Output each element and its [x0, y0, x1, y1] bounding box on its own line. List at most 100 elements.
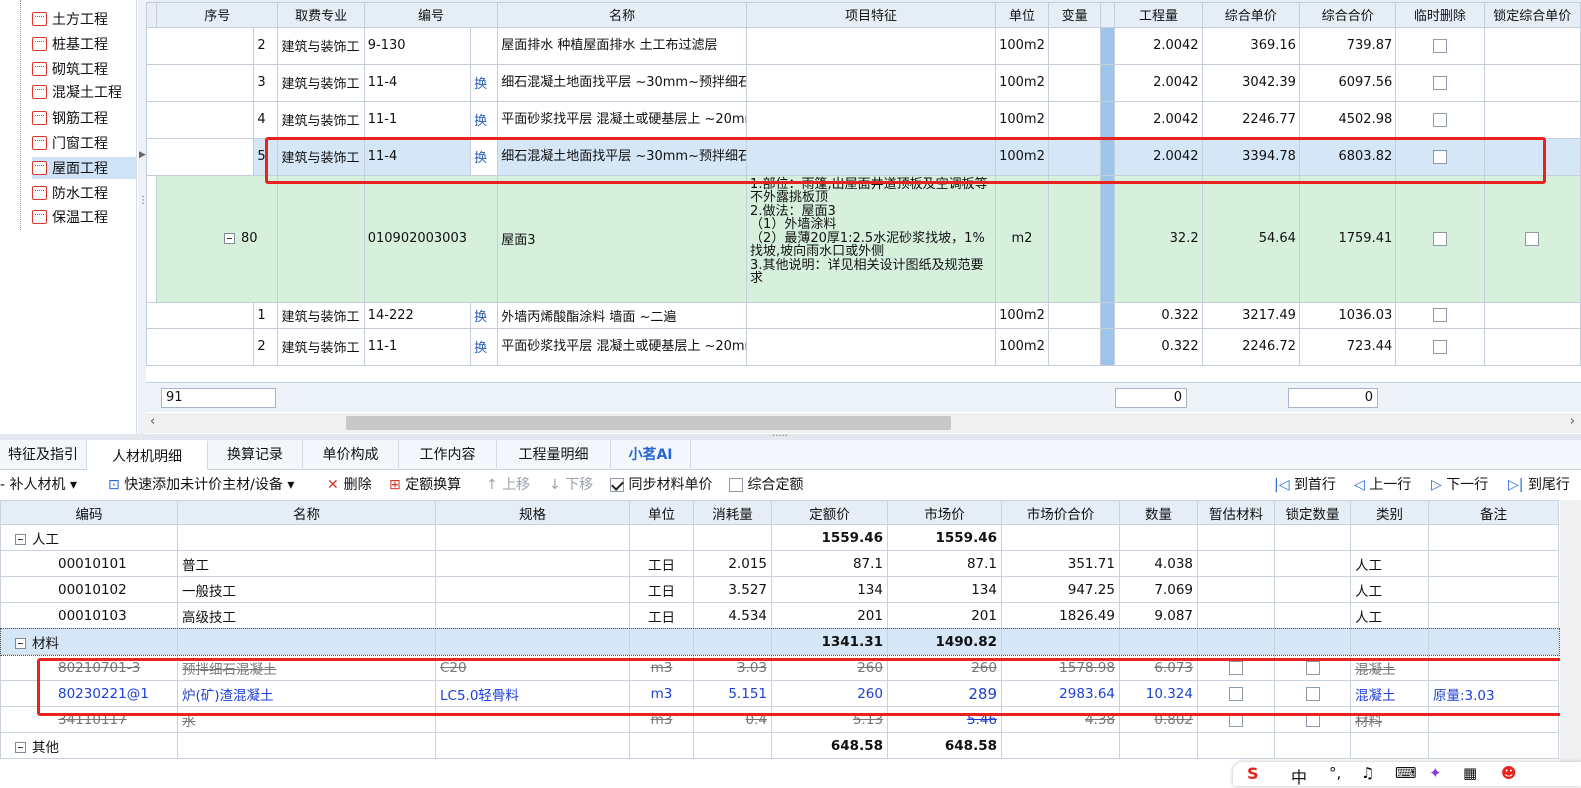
- feature-cell[interactable]: [746, 26, 996, 65]
- tree-item-waterproofing[interactable]: 防水工程: [32, 182, 108, 204]
- group-row-selected[interactable]: 材料 1341.31 1490.82: [0, 627, 1560, 656]
- use-cell[interactable]: 3.527: [693, 576, 772, 603]
- next-row-button[interactable]: ▷ 下一行: [1431, 471, 1488, 499]
- table-row-deleted[interactable]: 80210701-3 预拌细石混凝土 C20 m3 3.03 260 260 1…: [0, 654, 1559, 681]
- lock-qty-checkbox[interactable]: [1305, 712, 1320, 727]
- group-cell[interactable]: 其他: [0, 732, 178, 759]
- scroll-thumb[interactable]: [346, 416, 951, 430]
- tab-labor-material[interactable]: 人材机明细: [87, 440, 208, 470]
- name-cell[interactable]: 一般技工: [177, 576, 436, 603]
- feature-cell[interactable]: [746, 137, 996, 176]
- ime-language-toggle[interactable]: 中: [1291, 764, 1307, 788]
- code-cell[interactable]: 14-222: [363, 301, 472, 329]
- market-cell[interactable]: 134: [887, 576, 1002, 603]
- market-cell[interactable]: 5.46: [887, 706, 1002, 733]
- code-cell[interactable]: 00010102: [0, 576, 178, 603]
- keyboard-icon[interactable]: ⌨: [1395, 764, 1417, 782]
- feature-cell[interactable]: [746, 100, 996, 139]
- table-row-replaced[interactable]: 80230221@1 炉(矿)渣混凝土 LC5.0轻骨料 m3 5.151 26…: [0, 680, 1559, 707]
- spec-cell[interactable]: LC5.0轻骨料: [435, 680, 630, 707]
- use-cell[interactable]: 2.015: [693, 550, 772, 577]
- code-cell[interactable]: 00010103: [0, 602, 178, 629]
- qty-cell[interactable]: 2.0042: [1114, 63, 1203, 102]
- tree-item-rebar[interactable]: 钢筋工程: [32, 107, 108, 129]
- note-cell[interactable]: [1428, 550, 1559, 577]
- lock-price-checkbox[interactable]: [1525, 231, 1540, 246]
- panel-splitter[interactable]: ▶ ⋮: [138, 0, 148, 434]
- lock-qty-checkbox[interactable]: [1305, 686, 1320, 701]
- temp-delete-checkbox[interactable]: [1432, 339, 1447, 354]
- lock-price-cell[interactable]: [1483, 174, 1581, 303]
- move-down-button[interactable]: ↓ 下移: [549, 471, 593, 499]
- name-cell[interactable]: 高级技工: [177, 602, 436, 629]
- convert-marker[interactable]: 换: [470, 63, 499, 102]
- lock-qty-cell[interactable]: [1274, 654, 1351, 681]
- name-cell[interactable]: 普工: [177, 550, 436, 577]
- feature-cell[interactable]: [746, 63, 996, 102]
- temp-delete-cell[interactable]: [1395, 174, 1485, 303]
- collapse-icon[interactable]: [15, 534, 26, 545]
- temp-delete-checkbox[interactable]: [1432, 308, 1447, 322]
- temp-delete-cell[interactable]: [1395, 327, 1485, 366]
- use-cell[interactable]: 0.4: [693, 706, 772, 733]
- collapse-icon[interactable]: [15, 638, 26, 649]
- tree-item-concrete[interactable]: 混凝土工程: [32, 81, 122, 103]
- table-row[interactable]: 2 建筑与装饰工 9-130 屋面排水 种植屋面排水 土工布过滤层 100m2 …: [145, 26, 1581, 65]
- note-cell[interactable]: [1428, 576, 1559, 603]
- estimate-cell[interactable]: [1197, 654, 1275, 681]
- lock-qty-cell[interactable]: [1274, 706, 1351, 733]
- convert-marker[interactable]: [470, 26, 499, 65]
- tab-unit-price[interactable]: 单价构成: [303, 440, 399, 470]
- checkbox-checked-icon[interactable]: [610, 478, 624, 492]
- use-cell[interactable]: 3.03: [693, 654, 772, 681]
- table-row[interactable]: 4 建筑与装饰工 11-1 换 平面砂浆找平层 混凝土或硬基层上 ~20mm 1…: [145, 100, 1581, 139]
- market-cell[interactable]: 87.1: [887, 550, 1002, 577]
- table-row[interactable]: 00010102 一般技工 工日 3.527 134 134 947.25 7.…: [0, 576, 1559, 603]
- quick-add-button[interactable]: ⊡ 快速添加未计价主材/设备 ▾: [108, 471, 294, 499]
- group-cell[interactable]: 材料: [0, 628, 178, 655]
- microphone-icon[interactable]: ♫: [1361, 764, 1374, 782]
- qty-cell[interactable]: 0.322: [1114, 301, 1203, 329]
- qty-cell[interactable]: 2.0042: [1114, 100, 1203, 139]
- qty-cell[interactable]: 32.2: [1114, 174, 1203, 303]
- table-row[interactable]: 1 建筑与装饰工 14-222 换 外墙丙烯酸酯涂料 墙面 ~二遍 100m2 …: [145, 301, 1581, 329]
- collapse-icon[interactable]: [223, 233, 235, 244]
- name-cell[interactable]: 细石混凝土地面找平层 ~30mm~预拌细石混凝土 C20: [497, 137, 748, 176]
- temp-delete-checkbox[interactable]: [1432, 112, 1447, 127]
- tab-work-content[interactable]: 工作内容: [399, 440, 497, 470]
- name-cell[interactable]: 屋面3: [497, 174, 748, 303]
- spec-cell[interactable]: [435, 550, 630, 577]
- name-cell[interactable]: 预拌细石混凝土: [177, 654, 436, 681]
- tree-item-doors-windows[interactable]: 门窗工程: [32, 132, 108, 154]
- use-cell[interactable]: 5.151: [693, 680, 772, 707]
- estimate-checkbox[interactable]: [1229, 660, 1243, 675]
- tab-conversion-log[interactable]: 换算记录: [208, 440, 303, 470]
- lock-qty-cell[interactable]: [1274, 680, 1351, 707]
- sync-price-checkbox[interactable]: 同步材料单价: [610, 471, 712, 499]
- spec-cell[interactable]: C20: [435, 654, 630, 681]
- estimate-cell[interactable]: [1197, 680, 1275, 707]
- prev-row-button[interactable]: ◁ 上一行: [1354, 471, 1411, 499]
- temp-delete-checkbox[interactable]: [1432, 149, 1447, 164]
- note-cell[interactable]: [1428, 654, 1559, 681]
- vertical-scrollbar[interactable]: [1560, 500, 1581, 786]
- convert-marker[interactable]: 换: [470, 137, 499, 176]
- add-material-button[interactable]: - 补人材机 ▾: [0, 471, 77, 499]
- temp-delete-checkbox[interactable]: [1432, 231, 1447, 246]
- collapse-icon[interactable]: [15, 742, 26, 753]
- table-row-selected[interactable]: 5 建筑与装饰工 11-4 换 细石混凝土地面找平层 ~30mm~预拌细石混凝土…: [145, 137, 1581, 176]
- feature-cell[interactable]: 1.部位：雨篷,出屋面井道顶板及空调板等不外露挑板顶 2.做法：屋面3 （1）外…: [746, 174, 996, 303]
- qty-cell[interactable]: 0.322: [1114, 327, 1203, 366]
- temp-delete-cell[interactable]: [1395, 100, 1485, 139]
- name-cell[interactable]: 水: [177, 706, 436, 733]
- name-cell[interactable]: 平面砂浆找平层 混凝土或硬基层上 ~20mm: [497, 327, 748, 366]
- tab-quantity-detail[interactable]: 工程量明细: [497, 440, 611, 470]
- scroll-right-icon[interactable]: ›: [1570, 414, 1575, 429]
- ime-logo-icon[interactable]: S: [1247, 764, 1259, 783]
- delete-button[interactable]: ✕ 删除: [327, 471, 372, 499]
- name-cell[interactable]: 炉(矿)渣混凝土: [177, 680, 436, 707]
- code-cell[interactable]: 11-4: [363, 137, 472, 176]
- table-row[interactable]: 34110117 水 m3 0.4 5.13 5.46 4.38 0.802 材…: [0, 706, 1559, 733]
- name-cell[interactable]: 外墙丙烯酸酯涂料 墙面 ~二遍: [497, 301, 748, 329]
- code-cell[interactable]: 80210701-3: [0, 654, 178, 681]
